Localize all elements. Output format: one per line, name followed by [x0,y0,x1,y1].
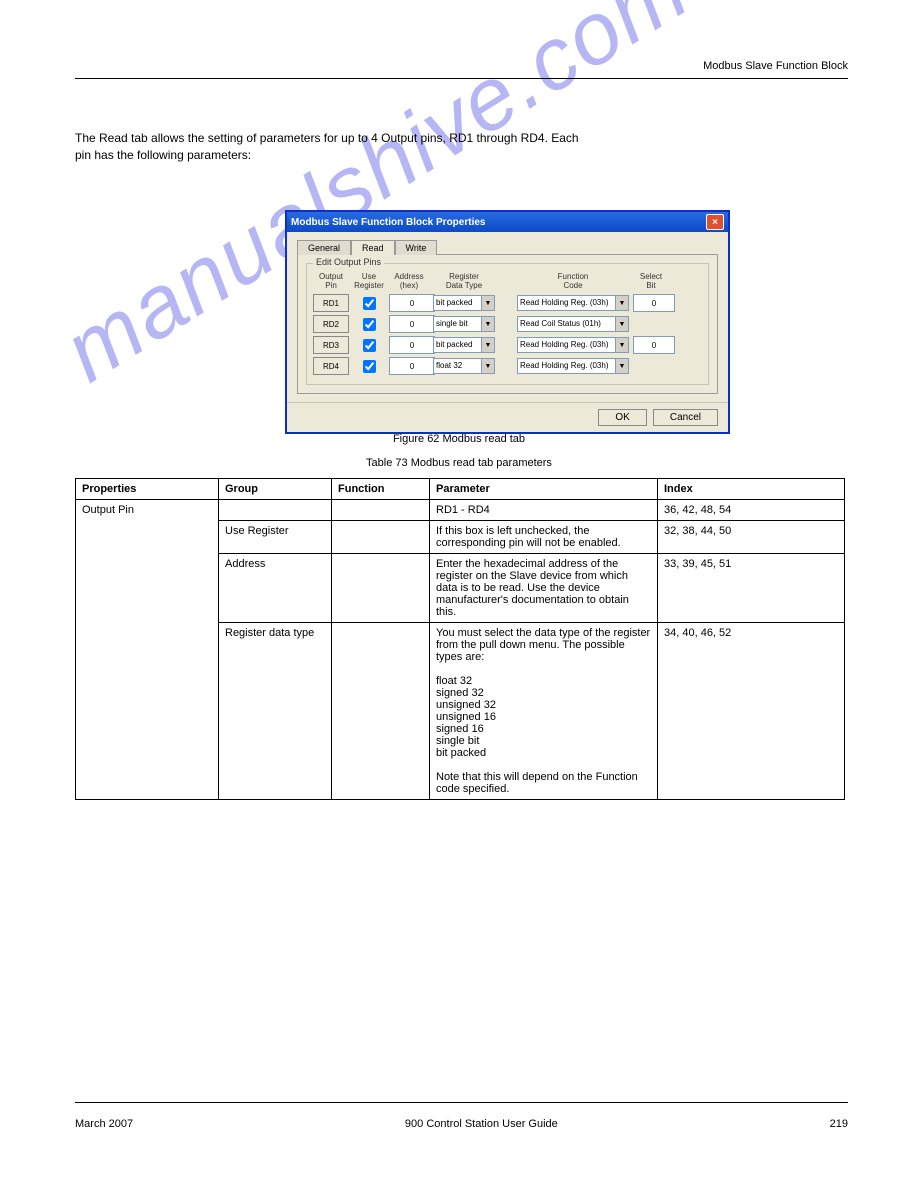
hdr-select-bit: SelectBit [633,272,669,290]
address-input-0[interactable] [389,294,435,312]
cell-output-pin: Output Pin [76,500,219,800]
cell-param-2: Enter the hexadecimal address of the reg… [430,554,658,623]
chevron-down-icon: ▼ [481,296,494,310]
footer-date: March 2007 [75,1118,133,1130]
modbus-dialog: Modbus Slave Function Block Properties ×… [285,210,730,434]
use-register-checkbox-3[interactable] [363,360,376,373]
chevron-down-icon: ▼ [615,338,628,352]
chevron-down-icon: ▼ [615,317,628,331]
hdr-address: Address(hex) [389,272,429,290]
cell-group-1: Use Register [219,521,332,554]
cell-index-3: 34, 40, 46, 52 [658,623,845,800]
ok-button[interactable]: OK [598,409,646,426]
select-bit-input-0[interactable] [633,294,675,312]
cancel-button[interactable]: Cancel [653,409,718,426]
footer-rule [75,1102,848,1103]
intro-text-1: The Read tab allows the setting of param… [75,131,579,145]
function-code-select-1[interactable]: Read Coil Status (01h)▼ [517,316,629,332]
cell-param-0: RD1 - RD4 [430,500,658,521]
dialog-title: Modbus Slave Function Block Properties [291,217,485,228]
footer-page: 219 [830,1118,848,1130]
page-header-title: Modbus Slave Function Block [75,60,848,72]
cell-group-0 [219,500,332,521]
figure-caption: Figure 62 Modbus read tab [0,433,918,445]
cell-func-0 [332,500,430,521]
cell-index-2: 33, 39, 45, 51 [658,554,845,623]
th-group: Group [219,479,332,500]
function-code-select-3[interactable]: Read Holding Reg. (03h)▼ [517,358,629,374]
table-caption: Table 73 Modbus read tab parameters [0,457,918,469]
groupbox-label: Edit Output Pins [313,257,384,267]
tab-read[interactable]: Read [351,240,395,255]
hdr-use-register: UseRegister [353,272,385,290]
chevron-down-icon: ▼ [615,296,628,310]
chevron-down-icon: ▼ [481,338,494,352]
cell-index-1: 32, 38, 44, 50 [658,521,845,554]
th-parameter: Parameter [430,479,658,500]
pin-button-rd1[interactable]: RD1 [313,294,349,312]
intro-text-2: pin has the following parameters: [75,148,251,162]
cell-param-1: If this box is left unchecked, the corre… [430,521,658,554]
cell-param-3: You must select the data type of the reg… [430,623,658,800]
th-index: Index [658,479,845,500]
parameters-table: Properties Group Function Parameter Inde… [75,478,845,800]
pin-button-rd2[interactable]: RD2 [313,315,349,333]
data-type-select-2[interactable]: bit packed▼ [433,337,495,353]
chevron-down-icon: ▼ [615,359,628,373]
cell-index-0: 36, 42, 48, 54 [658,500,845,521]
use-register-checkbox-1[interactable] [363,318,376,331]
cell-group-2: Address [219,554,332,623]
data-type-select-3[interactable]: float 32▼ [433,358,495,374]
pin-button-rd4[interactable]: RD4 [313,357,349,375]
dialog-titlebar: Modbus Slave Function Block Properties × [287,212,728,232]
th-function: Function [332,479,430,500]
address-input-3[interactable] [389,357,435,375]
th-properties: Properties [76,479,219,500]
tab-write[interactable]: Write [395,240,438,255]
tab-general[interactable]: General [297,240,351,255]
cell-func-3 [332,623,430,800]
cell-func-2 [332,554,430,623]
use-register-checkbox-0[interactable] [363,297,376,310]
hdr-data-type: RegisterData Type [433,272,495,290]
close-icon[interactable]: × [706,214,724,230]
cell-group-3: Register data type [219,623,332,800]
footer-doc: 900 Control Station User Guide [405,1118,558,1130]
hdr-function-code: FunctionCode [517,272,629,290]
header-rule [75,78,848,79]
chevron-down-icon: ▼ [481,317,494,331]
address-input-1[interactable] [389,315,435,333]
use-register-checkbox-2[interactable] [363,339,376,352]
data-type-select-1[interactable]: single bit▼ [433,316,495,332]
address-input-2[interactable] [389,336,435,354]
data-type-select-0[interactable]: bit packed▼ [433,295,495,311]
chevron-down-icon: ▼ [481,359,494,373]
select-bit-input-2[interactable] [633,336,675,354]
function-code-select-2[interactable]: Read Holding Reg. (03h)▼ [517,337,629,353]
hdr-output-pin: OutputPin [313,272,349,290]
cell-func-1 [332,521,430,554]
function-code-select-0[interactable]: Read Holding Reg. (03h)▼ [517,295,629,311]
pin-button-rd3[interactable]: RD3 [313,336,349,354]
